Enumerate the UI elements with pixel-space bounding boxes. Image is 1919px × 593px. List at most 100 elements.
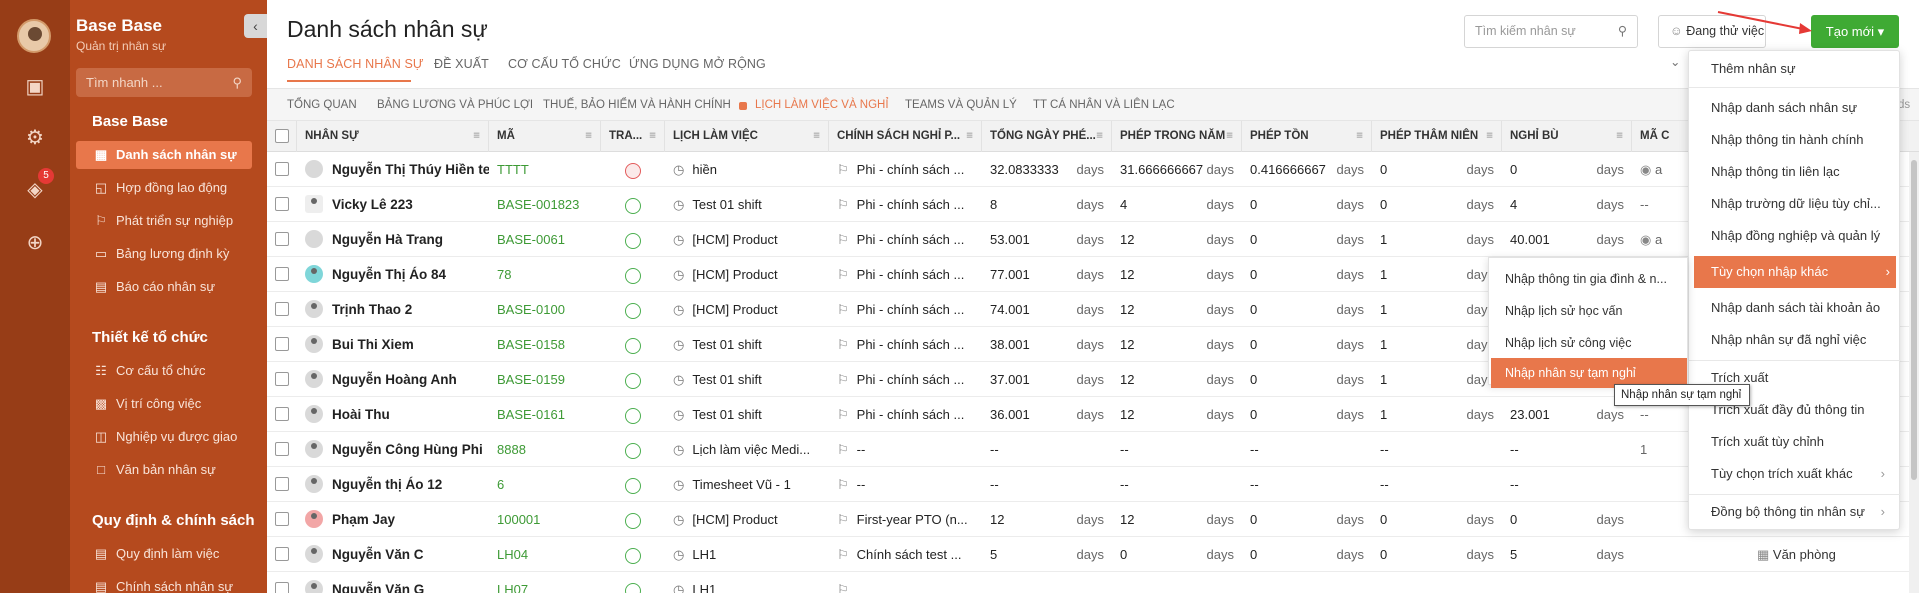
employee-code[interactable]: TTTT: [497, 152, 601, 187]
filter-icon[interactable]: ≡: [1616, 121, 1623, 152]
row-checkbox[interactable]: [275, 267, 289, 281]
row-checkbox[interactable]: [275, 547, 289, 561]
filter-icon[interactable]: ≡: [585, 121, 592, 152]
filter-icon[interactable]: ≡: [813, 121, 820, 152]
employee-search-input[interactable]: Tìm kiếm nhân sự ⚲: [1464, 15, 1638, 48]
employee-cell[interactable]: Nguyễn Văn G: [305, 572, 489, 593]
row-checkbox[interactable]: [275, 197, 289, 211]
nav-danh-sach-nhan-su[interactable]: ▦ Danh sách nhân sự: [76, 141, 252, 169]
employee-code[interactable]: 78: [497, 257, 601, 292]
menu-item-them-nhan-su[interactable]: Thêm nhân sự: [1711, 53, 1891, 85]
employee-cell[interactable]: Nguyễn Hà Trang: [305, 222, 489, 257]
menu-item-nhap-danh-sach[interactable]: Nhập danh sách nhân sự: [1711, 92, 1891, 124]
menu-item-nhap-dong-nghiep[interactable]: Nhập đồng nghiệp và quản lý: [1711, 220, 1891, 252]
row-checkbox[interactable]: [275, 302, 289, 316]
menu-item-nhap-lien-lac[interactable]: Nhập thông tin liên lạc: [1711, 156, 1891, 188]
employee-code[interactable]: 6: [497, 467, 601, 502]
filter-icon[interactable]: ≡: [473, 121, 480, 152]
row-checkbox[interactable]: [275, 407, 289, 421]
col-chinh-sach-nghi[interactable]: CHÍNH SÁCH NGHỈ P... ≡: [829, 121, 982, 152]
nav-van-ban-nhan-su[interactable]: □ Văn bản nhân sự: [76, 456, 252, 484]
menu-item-nhap-da-nghi-viec[interactable]: Nhập nhân sự đã nghỉ việc: [1711, 324, 1891, 356]
row-checkbox[interactable]: [275, 512, 289, 526]
subtab-thue-bao-hiem[interactable]: THUẾ, BẢO HIỂM VÀ HÀNH CHÍNH: [543, 99, 731, 111]
row-checkbox[interactable]: [275, 372, 289, 386]
filter-icon[interactable]: ≡: [1356, 121, 1363, 152]
col-nhan-su[interactable]: NHÂN SỰ ≡: [297, 121, 489, 152]
filter-icon[interactable]: ≡: [1096, 121, 1103, 152]
subtab-tt-ca-nhan[interactable]: TT CÁ NHÂN VÀ LIÊN LẠC: [1033, 99, 1175, 111]
nav-vi-tri-cong-viec[interactable]: ▩ Vị trí công việc: [76, 390, 252, 418]
filter-icon[interactable]: ≡: [649, 121, 656, 152]
table-row[interactable]: Nguyễn Công Hùng Phi 8888 ◷ Lịch làm việc M…: [267, 432, 1919, 467]
employee-code[interactable]: LH07: [497, 572, 601, 593]
table-row[interactable]: Nguyễn Văn C LH04 ◷ LH1 ⚐ Chính sách test ...…: [267, 537, 1919, 572]
create-new-button[interactable]: Tạo mới ▾: [1811, 15, 1899, 48]
nav-bang-luong-dinh-ky[interactable]: ▭ Bảng lương định kỳ: [76, 240, 252, 268]
submenu-item-gia-dinh[interactable]: Nhập thông tin gia đình & n...: [1505, 264, 1687, 294]
employee-cell[interactable]: Nguyễn Hoàng Anh: [305, 362, 489, 397]
tab-de-xuat[interactable]: ĐỀ XUẤT: [434, 57, 489, 71]
tab-co-cau-to-chuc[interactable]: CƠ CẤU TỔ CHỨC: [508, 57, 621, 71]
nav-nghiep-vu-duoc-giao[interactable]: ◫ Nghiệp vụ được giao: [76, 423, 252, 451]
employee-code[interactable]: BASE-0161: [497, 397, 601, 432]
employee-code[interactable]: BASE-0159: [497, 362, 601, 397]
filter-icon[interactable]: ≡: [966, 121, 973, 152]
subtab-bang-luong[interactable]: BẢNG LƯƠNG VÀ PHÚC LỢI: [377, 99, 533, 111]
employee-code[interactable]: BASE-0061: [497, 222, 601, 257]
col-nghi-bu[interactable]: NGHỈ BÙ ≡: [1502, 121, 1632, 152]
table-row[interactable]: Nguyễn Văn G LH07 ◷ LH1 ⚐: [267, 572, 1919, 593]
employee-cell[interactable]: Bui Thi Xiem: [305, 327, 489, 362]
submenu-item-cong-viec[interactable]: Nhập lịch sử công việc: [1505, 328, 1687, 358]
employee-cell[interactable]: Phạm Jay: [305, 502, 489, 537]
quick-search-input[interactable]: Tìm nhanh ... ⚲: [76, 68, 252, 97]
col-phep-ton[interactable]: PHÉP TỒN ≡: [1242, 121, 1372, 152]
employee-cell[interactable]: Hoài Thu: [305, 397, 489, 432]
add-circle-icon[interactable]: ⊕: [22, 230, 48, 256]
tab-ung-dung-mo-rong[interactable]: ỨNG DỤNG MỞ RỘNG: [629, 57, 766, 71]
employee-code[interactable]: 100001: [497, 502, 601, 537]
nav-quy-dinh-lam-viec[interactable]: ▤ Quy định làm việc: [76, 540, 252, 568]
employee-cell[interactable]: Trịnh Thao 2: [305, 292, 489, 327]
col-phep-tham-nien[interactable]: PHÉP THÂM NIÊN ≡: [1372, 121, 1502, 152]
filter-icon[interactable]: ≡: [1226, 121, 1233, 152]
employee-cell[interactable]: Nguyễn thị Áo 12: [305, 467, 489, 502]
subtab-tong-quan[interactable]: TỔNG QUAN: [287, 99, 357, 111]
nav-hop-dong-lao-dong[interactable]: ◱ Hợp đồng lao động: [76, 174, 252, 202]
col-trang-thai[interactable]: TRA... ≡: [601, 121, 665, 152]
vertical-scrollbar[interactable]: [1909, 152, 1919, 593]
row-checkbox[interactable]: [275, 232, 289, 246]
employee-cell[interactable]: Nguyễn Thị Áo 84: [305, 257, 489, 292]
menu-item-nhap-truong-tuy-chinh[interactable]: Nhập trường dữ liệu tùy chỉ...: [1711, 188, 1891, 220]
nav-chinh-sach-nhan-su[interactable]: ▤ Chính sách nhân sự: [76, 573, 252, 593]
menu-item-tuy-chon-trich-xuat[interactable]: Tùy chọn trích xuất khác ›: [1711, 458, 1891, 490]
employee-code[interactable]: LH04: [497, 537, 601, 572]
nav-phat-trien-su-nghiep[interactable]: ⚐ Phát triển sự nghiệp: [76, 207, 252, 235]
subtab-teams-quan-ly[interactable]: TEAMS VÀ QUẢN LÝ: [905, 99, 1017, 111]
menu-item-dong-bo[interactable]: Đồng bộ thông tin nhân sự ›: [1711, 496, 1891, 528]
col-lich-lam-viec[interactable]: LỊCH LÀM VIỆC ≡: [665, 121, 829, 152]
employee-cell[interactable]: Nguyễn Thị Thúy Hiền te...: [305, 152, 489, 187]
user-avatar[interactable]: [17, 19, 51, 53]
menu-item-nhap-tai-khoan-ao[interactable]: Nhập danh sách tài khoản ảo: [1711, 292, 1891, 324]
table-row[interactable]: Nguyễn Thị Thúy Hiền te... TTTT ◷ hiền ⚐ Phi …: [267, 152, 1919, 187]
table-row[interactable]: Phạm Jay 100001 ◷ [HCM] Product ⚐ First-year …: [267, 502, 1919, 537]
col-tong-ngay-phep[interactable]: TỔNG NGÀY PHÉ... ≡: [982, 121, 1112, 152]
employee-code[interactable]: BASE-0100: [497, 292, 601, 327]
menu-item-trich-xuat-tuy-chinh[interactable]: Trích xuất tùy chỉnh: [1711, 426, 1891, 458]
col-phep-trong-nam[interactable]: PHÉP TRONG NĂM ≡: [1112, 121, 1242, 152]
table-row[interactable]: Nguyễn thị Áo 12 6 ◷ Timesheet Vũ - 1 ⚐ -- -- -…: [267, 467, 1919, 502]
employee-cell[interactable]: Vicky Lê 223: [305, 187, 489, 222]
select-all-checkbox[interactable]: [275, 129, 289, 143]
nav-co-cau-to-chuc[interactable]: ☷ Cơ cấu tổ chức: [76, 357, 252, 385]
nav-bao-cao-nhan-su[interactable]: ▤ Báo cáo nhân sự: [76, 273, 252, 301]
employee-code[interactable]: BASE-0158: [497, 327, 601, 362]
col-ma[interactable]: MÃ ≡: [489, 121, 601, 152]
row-checkbox[interactable]: [275, 477, 289, 491]
employee-code[interactable]: BASE-001823: [497, 187, 601, 222]
employee-code[interactable]: 8888: [497, 432, 601, 467]
status-filter-dropdown[interactable]: ☺ Đang thử việc ⌄: [1658, 15, 1766, 69]
menu-item-nhap-hanh-chinh[interactable]: Nhập thông tin hành chính: [1711, 124, 1891, 156]
menu-item-tuy-chon-nhap-khac[interactable]: Tùy chọn nhập khác ›: [1694, 256, 1896, 288]
tab-danh-sach-nhan-su[interactable]: DANH SÁCH NHÂN SỰ: [287, 57, 424, 71]
